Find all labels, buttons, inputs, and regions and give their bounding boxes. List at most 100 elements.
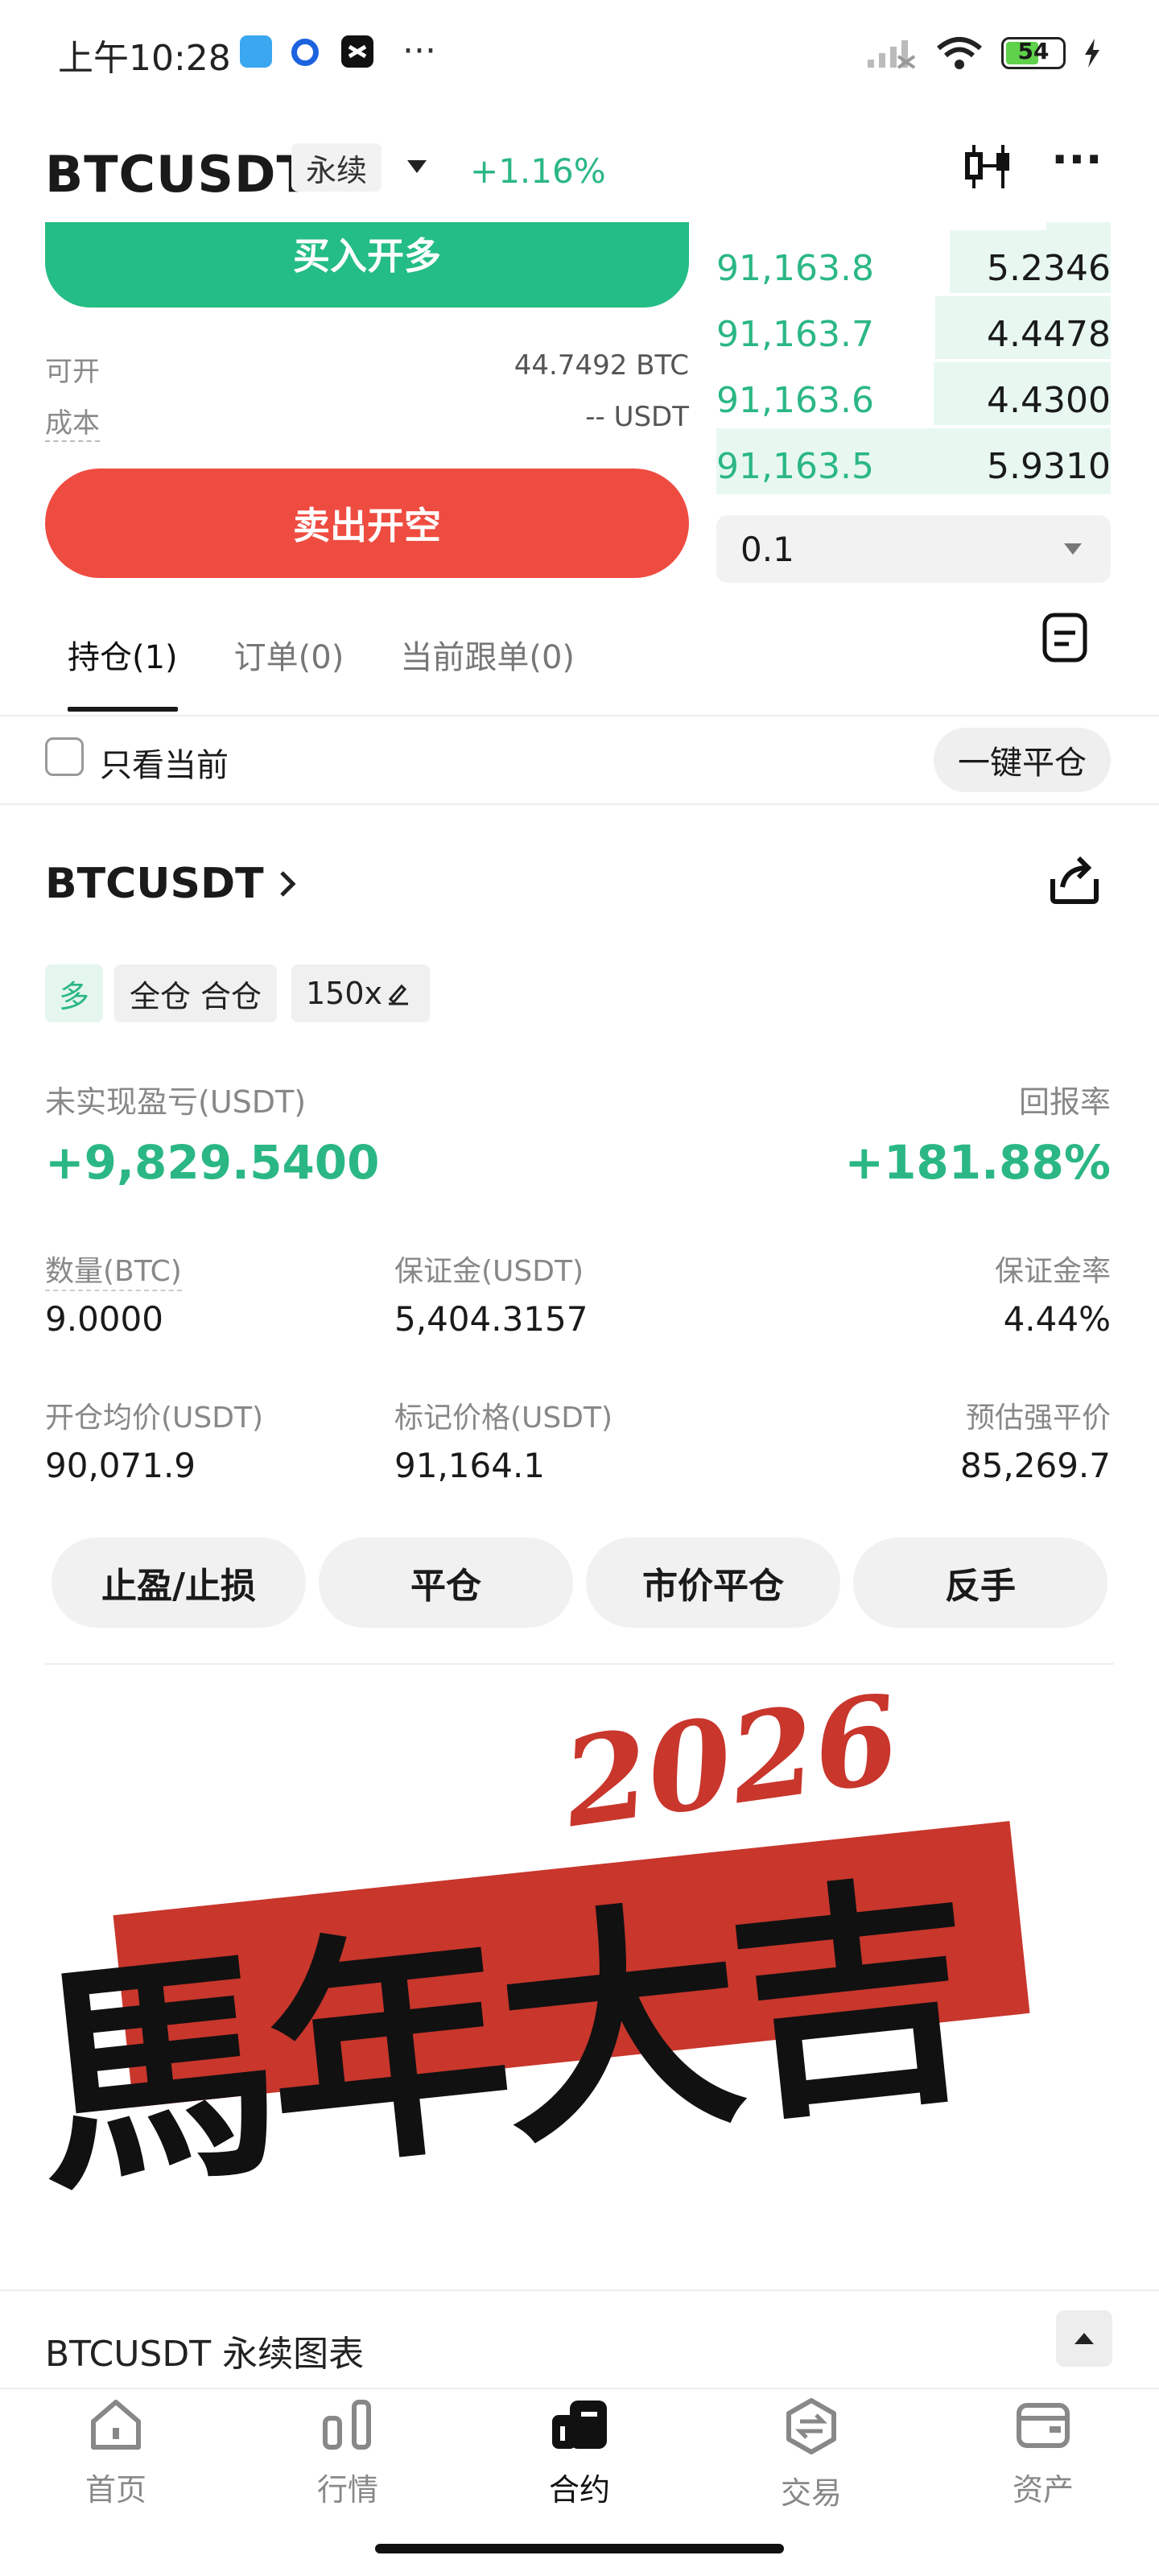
available-label: 可开 xyxy=(45,356,100,388)
price-change: +1.16% xyxy=(470,151,606,191)
capcut-icon xyxy=(341,35,373,68)
contract-type-tag: 永续 xyxy=(291,143,382,192)
available-row: 可开 44.7492 BTC xyxy=(45,349,689,389)
orderbook-qty: 4.4300 xyxy=(987,379,1111,421)
orderbook-price: 91,163.6 xyxy=(716,379,874,421)
orderbook-row[interactable]: 91,163.5 5.9310 xyxy=(716,433,1111,499)
divider xyxy=(0,803,1159,805)
nav-label: 行情 xyxy=(316,2472,378,2508)
orderbook-row[interactable]: 91,163.6 4.4300 xyxy=(716,367,1111,433)
tab-orders[interactable]: 订单(0) xyxy=(234,620,344,715)
divider xyxy=(0,2289,1159,2291)
tab-positions[interactable]: 持仓(1) xyxy=(45,620,178,715)
chevron-down-icon xyxy=(1064,543,1082,555)
margin-value: 5,404.3157 xyxy=(394,1299,588,1339)
entry-price-value: 90,071.9 xyxy=(45,1446,196,1485)
depth-bar xyxy=(1046,222,1111,230)
roe-value: +181.88% xyxy=(844,1135,1111,1190)
share-icon[interactable] xyxy=(1048,855,1101,905)
divider xyxy=(0,715,1159,716)
new-year-banner: 2026 馬年大吉 xyxy=(0,1668,1159,2228)
symbol-title[interactable]: BTCUSDT xyxy=(45,145,311,204)
nav-contract[interactable]: 合约 xyxy=(499,2397,660,2509)
nav-label: 合约 xyxy=(548,2472,610,2508)
close-all-button[interactable]: 一键平仓 xyxy=(934,728,1111,792)
market-close-button[interactable]: 市价平仓 xyxy=(586,1538,840,1628)
leverage-value: 150x xyxy=(306,976,383,1011)
position-tabs: 持仓(1) 订单(0) 当前跟单(0) xyxy=(45,620,575,715)
wifi-icon xyxy=(937,37,982,69)
cost-row: 成本 -- USDT xyxy=(45,401,689,442)
only-current-checkbox[interactable] xyxy=(45,737,84,776)
edit-icon xyxy=(388,984,409,1005)
charging-icon xyxy=(1085,39,1099,68)
divider xyxy=(45,1663,1114,1665)
pnl-label: 未实现盈亏(USDT) xyxy=(45,1084,307,1120)
nav-home[interactable]: 首页 xyxy=(35,2397,196,2509)
orderbook-row[interactable]: 91,163.8 5.2346 xyxy=(716,235,1111,301)
orderbook-price: 91,163.7 xyxy=(716,313,874,355)
banner-text: 馬年大吉 xyxy=(22,1847,980,2228)
nav-market[interactable]: 行情 xyxy=(267,2397,428,2509)
liq-price-label: 预估强平价 xyxy=(965,1402,1111,1435)
home-indicator[interactable] xyxy=(375,2544,784,2553)
margin-mode-tag: 全仓 合仓 xyxy=(114,964,277,1022)
orderbook-qty: 5.2346 xyxy=(987,247,1111,289)
sell-short-button[interactable]: 卖出开空 xyxy=(45,469,689,578)
position-symbol[interactable]: BTCUSDT xyxy=(45,860,264,908)
exchange-icon xyxy=(786,2398,836,2454)
status-time: 上午10:28 xyxy=(58,38,231,79)
margin-label: 保证金(USDT) xyxy=(394,1255,584,1288)
orderbook-qty: 4.4478 xyxy=(987,313,1111,355)
signal-icon xyxy=(868,40,916,69)
app-notification-icon xyxy=(240,35,272,68)
candlestick-chart-icon[interactable] xyxy=(964,142,1014,192)
available-value: 44.7492 BTC xyxy=(514,349,689,382)
chart-expand-button[interactable] xyxy=(1056,2310,1112,2367)
orderbook-price: 91,163.8 xyxy=(716,247,874,289)
divider xyxy=(0,2388,1159,2389)
liq-price-value: 85,269.7 xyxy=(959,1446,1111,1485)
chart-section-title[interactable]: BTCUSDT 永续图表 xyxy=(45,2325,364,2376)
margin-ratio-label: 保证金率 xyxy=(994,1255,1111,1288)
contract-icon xyxy=(552,2401,607,2449)
cost-label: 成本 xyxy=(45,401,100,442)
long-side-tag: 多 xyxy=(45,964,103,1022)
nav-label: 首页 xyxy=(85,2472,146,2508)
mark-price-label: 标记价格(USDT) xyxy=(394,1402,613,1435)
reverse-button[interactable]: 反手 xyxy=(853,1538,1107,1628)
status-right: 54 xyxy=(866,35,1101,71)
more-menu-icon[interactable]: ··· xyxy=(1051,134,1103,186)
market-icon xyxy=(323,2400,371,2450)
depth-precision-select[interactable]: 0.1 xyxy=(716,515,1111,583)
tp-sl-button[interactable]: 止盈/止损 xyxy=(52,1538,306,1628)
battery-icon: 54 xyxy=(1001,37,1066,69)
depth-precision-value: 0.1 xyxy=(740,529,794,569)
qty-label: 数量(BTC) xyxy=(45,1248,182,1291)
orderbook-price: 91,163.5 xyxy=(716,445,874,487)
pnl-value: +9,829.5400 xyxy=(45,1135,380,1190)
home-icon xyxy=(91,2400,141,2450)
leverage-tag[interactable]: 150x xyxy=(291,964,430,1022)
more-notifications-icon: ··· xyxy=(402,31,436,72)
entry-price-label: 开仓均价(USDT) xyxy=(45,1402,264,1435)
nav-assets[interactable]: 资产 xyxy=(963,2397,1124,2509)
tab-copy-trades[interactable]: 当前跟单(0) xyxy=(400,620,575,715)
nav-exchange[interactable]: 交易 xyxy=(731,2397,892,2512)
nav-label: 资产 xyxy=(1012,2472,1074,2508)
symbol-dropdown-icon[interactable] xyxy=(406,158,428,175)
battery-level: 54 xyxy=(1017,38,1050,64)
margin-ratio-value: 4.44% xyxy=(1003,1299,1111,1339)
chevron-right-icon[interactable] xyxy=(278,869,298,898)
orderbook-row[interactable]: 91,163.7 4.4478 xyxy=(716,301,1111,367)
qty-value: 9.0000 xyxy=(45,1299,163,1339)
orderbook-qty: 5.9310 xyxy=(987,445,1111,487)
order-history-icon[interactable] xyxy=(1041,612,1088,663)
only-current-label[interactable]: 只看当前 xyxy=(100,739,229,786)
buy-long-button[interactable]: 买入开多 xyxy=(45,222,689,308)
close-position-button[interactable]: 平仓 xyxy=(319,1538,573,1628)
app-notification-icon xyxy=(291,39,319,66)
cost-value: -- USDT xyxy=(585,401,689,433)
nav-label: 交易 xyxy=(780,2475,842,2511)
mark-price-value: 91,164.1 xyxy=(394,1446,546,1485)
